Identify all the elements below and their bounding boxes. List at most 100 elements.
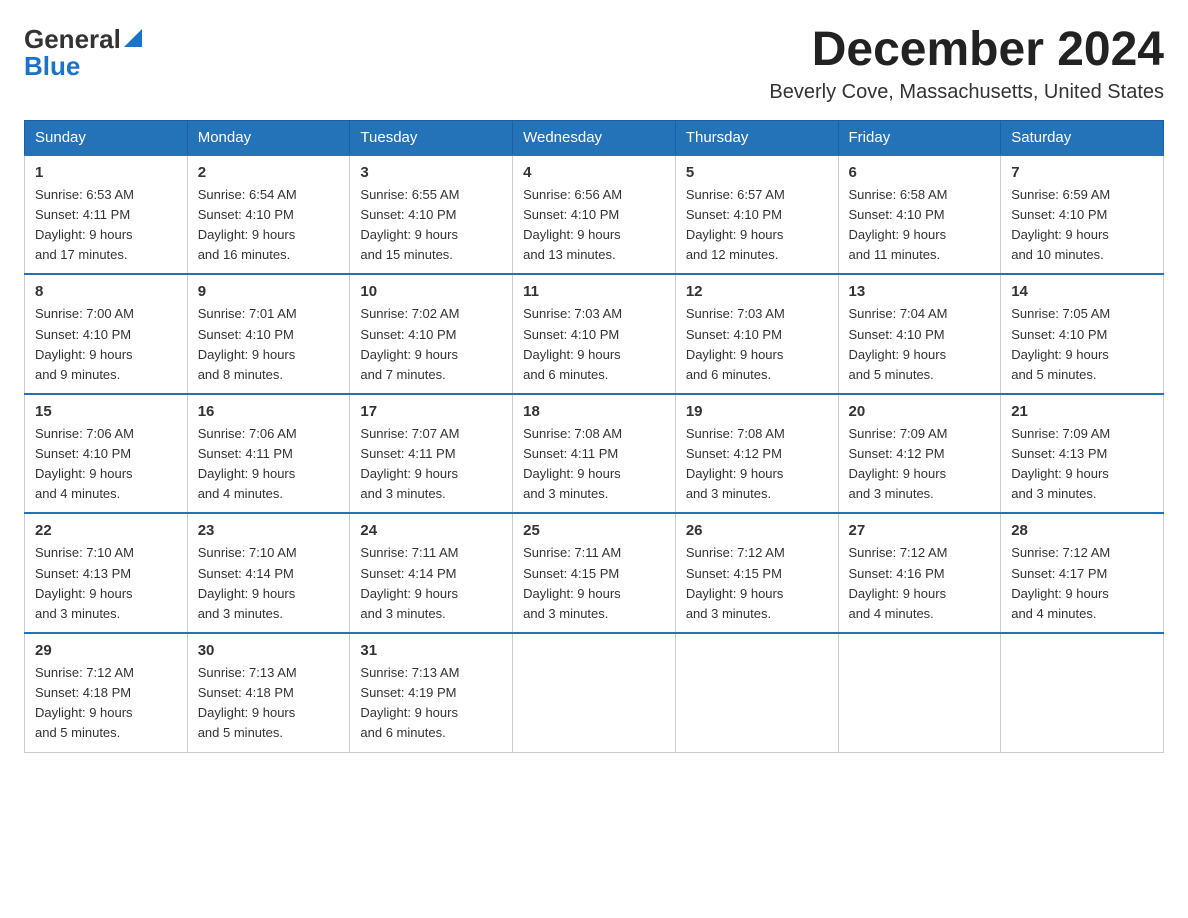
table-row: 31 Sunrise: 7:13 AM Sunset: 4:19 PM Dayl… xyxy=(350,633,513,752)
table-row: 28 Sunrise: 7:12 AM Sunset: 4:17 PM Dayl… xyxy=(1001,513,1164,633)
day-number: 15 xyxy=(35,403,177,420)
day-number: 17 xyxy=(360,403,502,420)
title-section: December 2024 Beverly Cove, Massachusett… xyxy=(769,24,1164,104)
table-row: 6 Sunrise: 6:58 AM Sunset: 4:10 PM Dayli… xyxy=(838,155,1001,275)
table-row: 7 Sunrise: 6:59 AM Sunset: 4:10 PM Dayli… xyxy=(1001,155,1164,275)
month-title: December 2024 xyxy=(769,24,1164,77)
calendar-header-row: Sunday Monday Tuesday Wednesday Thursday… xyxy=(25,120,1164,155)
col-friday: Friday xyxy=(838,120,1001,155)
day-info: Sunrise: 6:59 AM Sunset: 4:10 PM Dayligh… xyxy=(1011,185,1153,266)
table-row: 21 Sunrise: 7:09 AM Sunset: 4:13 PM Dayl… xyxy=(1001,394,1164,514)
day-info: Sunrise: 7:08 AM Sunset: 4:11 PM Dayligh… xyxy=(523,424,665,505)
day-info: Sunrise: 6:58 AM Sunset: 4:10 PM Dayligh… xyxy=(849,185,991,266)
day-number: 2 xyxy=(198,164,340,181)
table-row: 2 Sunrise: 6:54 AM Sunset: 4:10 PM Dayli… xyxy=(187,155,350,275)
table-row: 8 Sunrise: 7:00 AM Sunset: 4:10 PM Dayli… xyxy=(25,274,188,394)
day-info: Sunrise: 6:57 AM Sunset: 4:10 PM Dayligh… xyxy=(686,185,828,266)
table-row: 30 Sunrise: 7:13 AM Sunset: 4:18 PM Dayl… xyxy=(187,633,350,752)
table-row: 3 Sunrise: 6:55 AM Sunset: 4:10 PM Dayli… xyxy=(350,155,513,275)
day-number: 4 xyxy=(523,164,665,181)
table-row: 19 Sunrise: 7:08 AM Sunset: 4:12 PM Dayl… xyxy=(675,394,838,514)
table-row: 5 Sunrise: 6:57 AM Sunset: 4:10 PM Dayli… xyxy=(675,155,838,275)
day-number: 5 xyxy=(686,164,828,181)
day-number: 1 xyxy=(35,164,177,181)
day-number: 12 xyxy=(686,283,828,300)
calendar-week-row: 15 Sunrise: 7:06 AM Sunset: 4:10 PM Dayl… xyxy=(25,394,1164,514)
table-row: 9 Sunrise: 7:01 AM Sunset: 4:10 PM Dayli… xyxy=(187,274,350,394)
day-number: 3 xyxy=(360,164,502,181)
day-number: 6 xyxy=(849,164,991,181)
day-info: Sunrise: 7:01 AM Sunset: 4:10 PM Dayligh… xyxy=(198,304,340,385)
day-number: 31 xyxy=(360,642,502,659)
table-row: 13 Sunrise: 7:04 AM Sunset: 4:10 PM Dayl… xyxy=(838,274,1001,394)
day-info: Sunrise: 7:11 AM Sunset: 4:14 PM Dayligh… xyxy=(360,543,502,624)
day-info: Sunrise: 7:03 AM Sunset: 4:10 PM Dayligh… xyxy=(523,304,665,385)
table-row: 25 Sunrise: 7:11 AM Sunset: 4:15 PM Dayl… xyxy=(513,513,676,633)
calendar-week-row: 8 Sunrise: 7:00 AM Sunset: 4:10 PM Dayli… xyxy=(25,274,1164,394)
day-number: 21 xyxy=(1011,403,1153,420)
col-sunday: Sunday xyxy=(25,120,188,155)
calendar-week-row: 22 Sunrise: 7:10 AM Sunset: 4:13 PM Dayl… xyxy=(25,513,1164,633)
table-row xyxy=(513,633,676,752)
day-info: Sunrise: 6:54 AM Sunset: 4:10 PM Dayligh… xyxy=(198,185,340,266)
day-info: Sunrise: 7:02 AM Sunset: 4:10 PM Dayligh… xyxy=(360,304,502,385)
table-row xyxy=(838,633,1001,752)
logo: General Blue xyxy=(24,24,142,82)
day-number: 25 xyxy=(523,522,665,539)
day-info: Sunrise: 6:53 AM Sunset: 4:11 PM Dayligh… xyxy=(35,185,177,266)
day-info: Sunrise: 7:06 AM Sunset: 4:11 PM Dayligh… xyxy=(198,424,340,505)
day-number: 29 xyxy=(35,642,177,659)
table-row: 4 Sunrise: 6:56 AM Sunset: 4:10 PM Dayli… xyxy=(513,155,676,275)
table-row: 14 Sunrise: 7:05 AM Sunset: 4:10 PM Dayl… xyxy=(1001,274,1164,394)
table-row: 29 Sunrise: 7:12 AM Sunset: 4:18 PM Dayl… xyxy=(25,633,188,752)
col-monday: Monday xyxy=(187,120,350,155)
table-row: 17 Sunrise: 7:07 AM Sunset: 4:11 PM Dayl… xyxy=(350,394,513,514)
day-info: Sunrise: 7:00 AM Sunset: 4:10 PM Dayligh… xyxy=(35,304,177,385)
day-info: Sunrise: 7:12 AM Sunset: 4:16 PM Dayligh… xyxy=(849,543,991,624)
day-number: 8 xyxy=(35,283,177,300)
table-row: 22 Sunrise: 7:10 AM Sunset: 4:13 PM Dayl… xyxy=(25,513,188,633)
table-row: 23 Sunrise: 7:10 AM Sunset: 4:14 PM Dayl… xyxy=(187,513,350,633)
logo-blue: Blue xyxy=(24,51,80,82)
day-info: Sunrise: 6:56 AM Sunset: 4:10 PM Dayligh… xyxy=(523,185,665,266)
table-row: 24 Sunrise: 7:11 AM Sunset: 4:14 PM Dayl… xyxy=(350,513,513,633)
day-info: Sunrise: 7:11 AM Sunset: 4:15 PM Dayligh… xyxy=(523,543,665,624)
table-row xyxy=(1001,633,1164,752)
day-info: Sunrise: 7:10 AM Sunset: 4:14 PM Dayligh… xyxy=(198,543,340,624)
day-number: 26 xyxy=(686,522,828,539)
day-number: 13 xyxy=(849,283,991,300)
day-info: Sunrise: 7:07 AM Sunset: 4:11 PM Dayligh… xyxy=(360,424,502,505)
day-info: Sunrise: 7:12 AM Sunset: 4:18 PM Dayligh… xyxy=(35,663,177,744)
page-header: General Blue December 2024 Beverly Cove,… xyxy=(24,24,1164,104)
day-number: 30 xyxy=(198,642,340,659)
day-info: Sunrise: 6:55 AM Sunset: 4:10 PM Dayligh… xyxy=(360,185,502,266)
day-info: Sunrise: 7:09 AM Sunset: 4:13 PM Dayligh… xyxy=(1011,424,1153,505)
day-number: 22 xyxy=(35,522,177,539)
table-row: 12 Sunrise: 7:03 AM Sunset: 4:10 PM Dayl… xyxy=(675,274,838,394)
table-row: 27 Sunrise: 7:12 AM Sunset: 4:16 PM Dayl… xyxy=(838,513,1001,633)
day-info: Sunrise: 7:13 AM Sunset: 4:19 PM Dayligh… xyxy=(360,663,502,744)
day-number: 18 xyxy=(523,403,665,420)
calendar-week-row: 29 Sunrise: 7:12 AM Sunset: 4:18 PM Dayl… xyxy=(25,633,1164,752)
col-thursday: Thursday xyxy=(675,120,838,155)
table-row: 18 Sunrise: 7:08 AM Sunset: 4:11 PM Dayl… xyxy=(513,394,676,514)
day-info: Sunrise: 7:08 AM Sunset: 4:12 PM Dayligh… xyxy=(686,424,828,505)
col-saturday: Saturday xyxy=(1001,120,1164,155)
day-info: Sunrise: 7:09 AM Sunset: 4:12 PM Dayligh… xyxy=(849,424,991,505)
table-row: 10 Sunrise: 7:02 AM Sunset: 4:10 PM Dayl… xyxy=(350,274,513,394)
day-number: 20 xyxy=(849,403,991,420)
day-info: Sunrise: 7:12 AM Sunset: 4:15 PM Dayligh… xyxy=(686,543,828,624)
day-number: 9 xyxy=(198,283,340,300)
day-number: 7 xyxy=(1011,164,1153,181)
day-info: Sunrise: 7:10 AM Sunset: 4:13 PM Dayligh… xyxy=(35,543,177,624)
table-row: 16 Sunrise: 7:06 AM Sunset: 4:11 PM Dayl… xyxy=(187,394,350,514)
col-wednesday: Wednesday xyxy=(513,120,676,155)
calendar-table: Sunday Monday Tuesday Wednesday Thursday… xyxy=(24,120,1164,753)
location-title: Beverly Cove, Massachusetts, United Stat… xyxy=(769,81,1164,104)
table-row: 20 Sunrise: 7:09 AM Sunset: 4:12 PM Dayl… xyxy=(838,394,1001,514)
table-row: 26 Sunrise: 7:12 AM Sunset: 4:15 PM Dayl… xyxy=(675,513,838,633)
day-info: Sunrise: 7:06 AM Sunset: 4:10 PM Dayligh… xyxy=(35,424,177,505)
table-row: 1 Sunrise: 6:53 AM Sunset: 4:11 PM Dayli… xyxy=(25,155,188,275)
day-info: Sunrise: 7:04 AM Sunset: 4:10 PM Dayligh… xyxy=(849,304,991,385)
calendar-week-row: 1 Sunrise: 6:53 AM Sunset: 4:11 PM Dayli… xyxy=(25,155,1164,275)
